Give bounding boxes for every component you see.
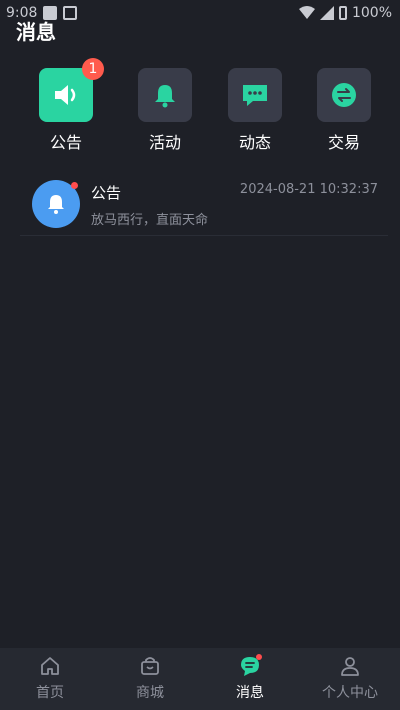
shopping-bag-icon	[139, 655, 161, 677]
wifi-icon	[298, 6, 315, 19]
bell-icon	[48, 195, 64, 214]
category-trade-label: 交易	[327, 133, 360, 152]
category-activity[interactable]: 活动	[125, 68, 205, 153]
nav-item-home[interactable]: 首页	[0, 648, 100, 710]
category-updates-label: 动态	[238, 133, 271, 152]
category-announcement-label: 公告	[49, 133, 82, 152]
avatar	[32, 180, 80, 228]
message-icon	[239, 654, 262, 677]
nav-label-home: 首页	[36, 685, 64, 701]
message-time: 2024-08-21 10:32:37	[239, 182, 378, 197]
nav-item-shop[interactable]: 商城	[100, 648, 200, 710]
category-trade[interactable]: 交易	[304, 68, 384, 153]
category-trade-tile	[317, 68, 371, 122]
message-title: 公告	[91, 184, 122, 202]
category-announcement-tile: 1	[39, 58, 104, 122]
home-icon	[39, 655, 61, 677]
status-bar-right: 100%	[298, 5, 392, 21]
signal-icon	[319, 6, 334, 20]
status-bar: 9:08 100%	[0, 0, 400, 26]
category-updates-tile	[228, 68, 282, 122]
battery-level: 100%	[351, 5, 392, 21]
exchange-icon	[332, 83, 356, 107]
message-preview: 放马西行，直面天命	[91, 213, 209, 228]
nav-unread-dot	[256, 654, 262, 660]
nav-item-messages[interactable]: 消息	[200, 648, 300, 710]
category-announcement[interactable]: 1 公告	[26, 58, 106, 153]
app-notification-icon	[63, 6, 78, 20]
unread-badge: 1	[82, 58, 104, 80]
category-activity-label: 活动	[148, 133, 181, 152]
nav-label-shop: 商城	[136, 685, 164, 701]
nav-label-profile: 个人中心	[322, 685, 378, 701]
list-item[interactable]: 公告 2024-08-21 10:32:37 放马西行，直面天命	[20, 170, 388, 236]
page-title: 消息	[16, 20, 56, 44]
message-categories: 1 公告 活动 动态 交易	[0, 58, 400, 158]
chat-bubble-icon	[243, 85, 267, 106]
battery-icon	[338, 6, 347, 20]
nav-label-messages: 消息	[236, 685, 264, 701]
bottom-nav: 首页 商城 消息 个人中心	[0, 648, 400, 710]
nav-item-profile[interactable]: 个人中心	[300, 648, 400, 710]
unread-dot	[71, 182, 78, 189]
bell-icon	[155, 85, 175, 108]
category-updates[interactable]: 动态	[215, 68, 295, 153]
speaker-icon	[55, 85, 76, 105]
category-activity-tile	[138, 68, 192, 122]
person-icon	[339, 655, 361, 677]
